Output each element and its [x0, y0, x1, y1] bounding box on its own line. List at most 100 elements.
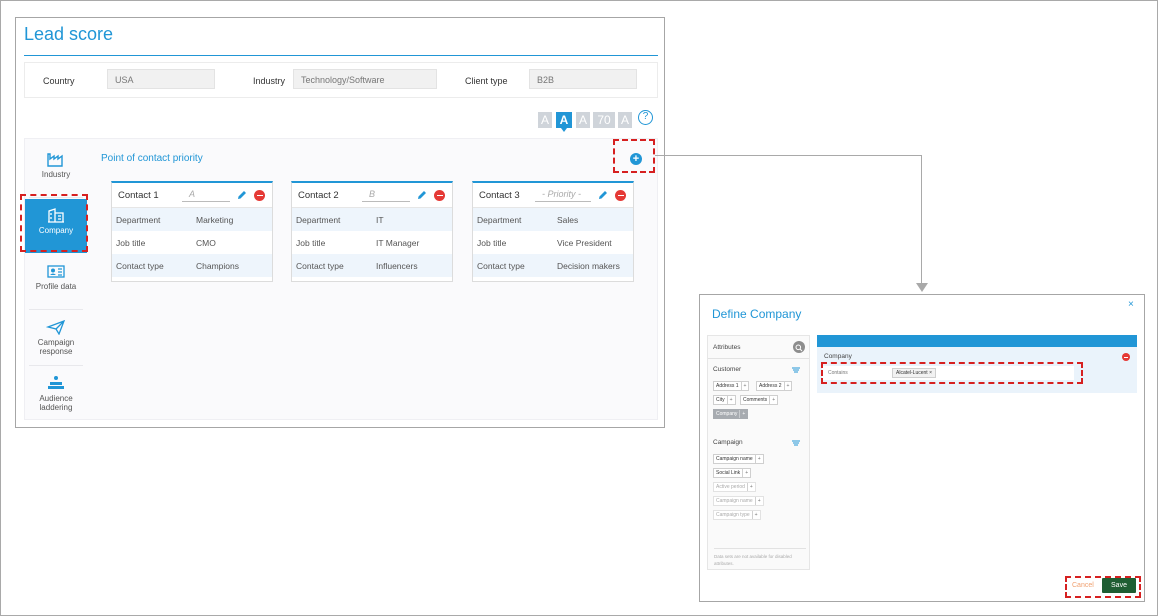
row-value: IT [376, 215, 384, 225]
page-title: Lead score [24, 24, 114, 44]
table-row: Job title CMO [112, 231, 272, 254]
attributes-divider [708, 358, 809, 359]
table-row: Contact type Champions [112, 254, 272, 277]
edit-icon[interactable] [236, 189, 248, 201]
dialog-title: Define Company [712, 307, 802, 321]
buttons-highlight [1065, 576, 1141, 598]
sidebar-item-label: Campaign response [37, 338, 75, 356]
row-value: Vice President [557, 238, 612, 248]
sidebar-divider [29, 309, 83, 310]
table-row: Department Marketing [112, 208, 272, 231]
define-company-dialog: Define Company × Attributes Customer Add… [699, 294, 1145, 602]
condition-highlight [821, 362, 1083, 384]
attribute-chip[interactable]: Comments + [740, 395, 779, 405]
font-size-smallest[interactable]: A [538, 112, 552, 128]
attribute-chip[interactable]: Address 1 + [713, 381, 750, 391]
country-field[interactable]: USA [107, 69, 215, 89]
sidebar-item-campaign-response[interactable]: Campaign response [25, 311, 87, 365]
attribute-chip[interactable]: Address 2 + [756, 381, 793, 391]
attributes-note: Data sets are not available for disabled… [714, 548, 806, 567]
row-value: Influencers [376, 261, 418, 271]
category-sidebar: Industry Company Profile data Campaign r… [25, 139, 87, 419]
table-row: Department Sales [473, 208, 633, 231]
row-value: Marketing [196, 215, 234, 225]
row-value: Sales [557, 215, 579, 225]
industry-label: Industry [253, 76, 286, 86]
attribute-chip[interactable]: City + [713, 395, 736, 405]
sidebar-item-profile-data[interactable]: Profile data [25, 255, 87, 309]
contact-card: Contact 1 A Department Marketing Job titl… [111, 181, 273, 282]
contact-card-header: Contact 1 A [112, 183, 272, 208]
connector-line [921, 155, 922, 283]
client-type-field[interactable]: B2B [529, 69, 637, 89]
row-key: Contact type [477, 261, 525, 271]
font-size-large[interactable]: A [576, 112, 590, 128]
attribute-chip-disabled: Campaign type + [713, 510, 761, 520]
sidebar-item-label: Industry [41, 170, 71, 179]
table-row: Contact type Decision makers [473, 254, 633, 277]
sidebar-item-audience-laddering[interactable]: Audience laddering [25, 367, 87, 421]
audience-stack-icon [48, 376, 64, 389]
font-size-active[interactable]: A [556, 112, 572, 132]
contact-name: Contact 3 [479, 190, 520, 201]
condition-header-bar [817, 335, 1137, 347]
table-row: Job title IT Manager [292, 231, 452, 254]
add-button-highlight [613, 139, 655, 173]
group-title-customer: Customer [713, 366, 742, 373]
priority-select[interactable]: B [362, 189, 410, 202]
remove-contact-icon[interactable] [434, 190, 445, 201]
font-size-largest[interactable]: A [618, 112, 632, 128]
attribute-chip[interactable]: Campaign name + [713, 454, 764, 464]
close-icon[interactable]: × [1128, 299, 1134, 310]
row-value: Champions [196, 261, 239, 271]
contact-name: Contact 1 [118, 190, 159, 201]
paper-plane-icon [46, 319, 66, 335]
sidebar-divider [29, 365, 83, 366]
row-key: Job title [296, 238, 326, 248]
remove-contact-icon[interactable] [254, 190, 265, 201]
title-divider [24, 55, 658, 56]
remove-condition-icon[interactable] [1122, 353, 1130, 361]
attribute-chip-disabled: Campaign name + [713, 496, 764, 506]
attribute-chip-selected[interactable]: Company + [713, 409, 749, 419]
row-value: Decision makers [557, 261, 620, 271]
sidebar-item-industry[interactable]: Industry [25, 143, 87, 197]
row-value: CMO [196, 238, 216, 248]
edit-icon[interactable] [416, 189, 428, 201]
lead-score-panel: Lead score Country USA Industry Technolo… [15, 17, 665, 428]
priority-select[interactable]: - Priority - [535, 189, 591, 202]
font-size-percent[interactable]: 70 [593, 112, 615, 128]
condition-field-label: Company [824, 353, 852, 360]
remove-contact-icon[interactable] [615, 190, 626, 201]
sidebar-item-label: Profile data [35, 282, 77, 291]
contact-card: Contact 3 - Priority - Department Sales J… [472, 181, 634, 282]
sidebar-item-label: Audience laddering [39, 394, 73, 412]
connector-line [655, 155, 922, 156]
row-key: Contact type [296, 261, 344, 271]
filter-icon[interactable] [792, 440, 800, 446]
edit-icon[interactable] [597, 189, 609, 201]
lead-score-content: Industry Company Profile data Campaign r… [24, 138, 658, 420]
table-row: Job title Vice President [473, 231, 633, 254]
section-title: Point of contact priority [101, 153, 203, 164]
row-key: Job title [477, 238, 507, 248]
priority-select[interactable]: A [182, 189, 230, 202]
row-value: IT Manager [376, 238, 420, 248]
filter-row: Country USA Industry Technology/Software… [24, 62, 658, 98]
industry-field[interactable]: Technology/Software [293, 69, 437, 89]
attribute-chip-disabled: Active period + [713, 482, 756, 492]
help-icon[interactable]: ? [638, 110, 653, 125]
factory-icon [47, 153, 63, 167]
attributes-panel: Attributes Customer Address 1 + Address 2… [707, 335, 810, 570]
attribute-chip[interactable]: Social Link + [713, 468, 752, 478]
row-key: Job title [116, 238, 146, 248]
profile-card-icon [47, 265, 65, 278]
contact-card-header: Contact 2 B [292, 183, 452, 208]
attributes-title: Attributes [713, 344, 741, 351]
row-key: Department [296, 215, 341, 225]
country-label: Country [43, 76, 75, 86]
screenshot-frame: Lead score Country USA Industry Technolo… [0, 0, 1158, 616]
search-icon[interactable] [793, 341, 805, 353]
filter-icon[interactable] [792, 367, 800, 373]
row-key: Department [477, 215, 522, 225]
